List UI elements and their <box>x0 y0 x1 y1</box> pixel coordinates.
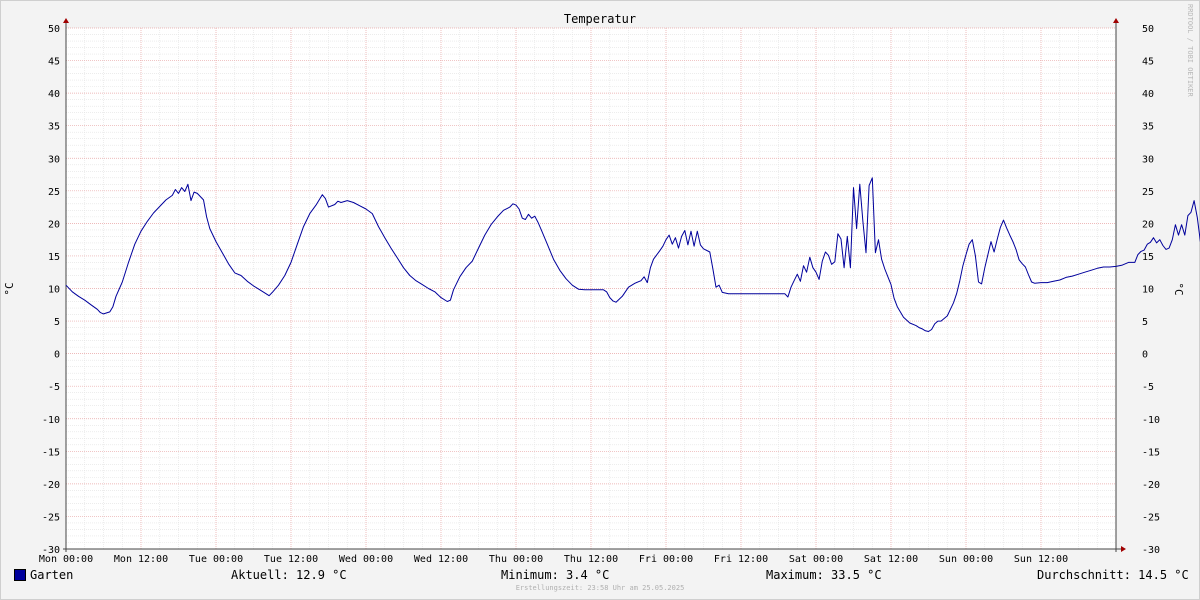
x-tick-label: Mon 12:00 <box>114 554 168 565</box>
creation-timestamp: Erstellungszeit: 23:58 Uhr am 25.05.2025 <box>515 584 685 592</box>
x-tick-label: Mon 00:00 <box>39 554 93 565</box>
x-tick-label: Sun 00:00 <box>939 554 993 565</box>
y-tick-label-right: 30 <box>1142 154 1154 165</box>
legend: Garten Aktuell: 12.9 °C Minimum: 3.4 °C … <box>0 566 1200 584</box>
x-tick-label: Sat 12:00 <box>864 554 918 565</box>
y-tick-label-left: -15 <box>42 447 60 458</box>
y-tick-label-left: 45 <box>48 57 60 68</box>
y-tick-label-left: -25 <box>42 512 60 523</box>
x-tick-label: Wed 12:00 <box>414 554 468 565</box>
x-tick-label: Sat 00:00 <box>789 554 843 565</box>
y-tick-label-left: -20 <box>42 480 60 491</box>
x-tick-label: Sun 12:00 <box>1014 554 1068 565</box>
x-tick-label: Wed 00:00 <box>339 554 393 565</box>
chart-title: Temperatur <box>564 12 636 26</box>
y-tick-label-right: 50 <box>1142 24 1154 35</box>
y-tick-label-right: -30 <box>1142 545 1160 556</box>
y-tick-label-left: 15 <box>48 252 60 263</box>
y-tick-label-right: 35 <box>1142 122 1154 133</box>
y-tick-label-right: 45 <box>1142 57 1154 68</box>
legend-durchschnitt: Durchschnitt: 14.5 °C <box>1037 568 1189 582</box>
y-tick-label-right: 15 <box>1142 252 1154 263</box>
y-tick-label-left: -10 <box>42 415 60 426</box>
legend-minimum: Minimum: 3.4 °C <box>501 568 610 582</box>
y-tick-label-left: 35 <box>48 122 60 133</box>
y-tick-label-right: 10 <box>1142 285 1154 296</box>
y-tick-label-right: 25 <box>1142 187 1154 198</box>
rrd-graph: 50 45 40 35 30 25 20 15 10 5 0 -5 -10 -15 -20 -25 -30 50… <box>0 0 1200 600</box>
y-axis-label-right: °C <box>1172 282 1185 295</box>
y-tick-label-left: 25 <box>48 187 60 198</box>
temperature-chart: 50454035302520151050-5-10-15-20-25-30 50… <box>0 0 1200 600</box>
x-tick-label: Thu 12:00 <box>564 554 618 565</box>
y-tick-label-right: -10 <box>1142 415 1160 426</box>
legend-maximum: Maximum: 33.5 °C <box>766 568 882 582</box>
legend-aktuell: Aktuell: 12.9 °C <box>231 568 347 582</box>
y-tick-label-left: 5 <box>54 317 60 328</box>
y-tick-label-left: -5 <box>48 382 60 393</box>
y-tick-label-right: 40 <box>1142 89 1154 100</box>
y-tick-label-right: -5 <box>1142 382 1154 393</box>
y-tick-label-left: 20 <box>48 219 60 230</box>
legend-swatch <box>14 569 26 581</box>
y-tick-label-left: 50 <box>48 24 60 35</box>
y-tick-label-right: -15 <box>1142 447 1160 458</box>
y-tick-label-left: 30 <box>48 154 60 165</box>
y-tick-label-right: 0 <box>1142 350 1148 361</box>
watermark: RRDTOOL / TOBI OETIKER <box>1186 4 1194 98</box>
y-tick-label-right: -25 <box>1142 512 1160 523</box>
y-tick-label-left: 10 <box>48 285 60 296</box>
x-tick-label: Tue 00:00 <box>189 554 243 565</box>
x-tick-label: Fri 00:00 <box>639 554 693 565</box>
y-tick-label-right: -20 <box>1142 480 1160 491</box>
y-tick-label-right: 20 <box>1142 219 1154 230</box>
y-tick-label-right: 5 <box>1142 317 1148 328</box>
x-tick-label: Tue 12:00 <box>264 554 318 565</box>
x-tick-label: Fri 12:00 <box>714 554 768 565</box>
y-tick-label-left: 0 <box>54 350 60 361</box>
legend-series-name: Garten <box>30 568 74 582</box>
y-tick-label-left: 40 <box>48 89 60 100</box>
x-tick-label: Thu 00:00 <box>489 554 543 565</box>
y-axis-label-left: °C <box>3 282 16 295</box>
